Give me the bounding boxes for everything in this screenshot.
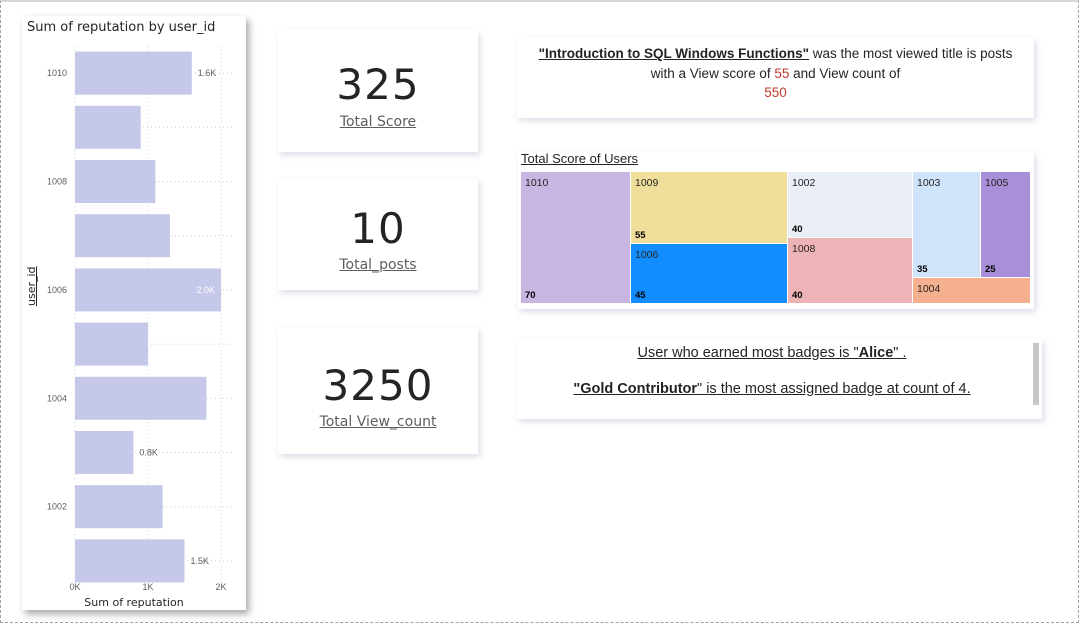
badges-top-user: Alice xyxy=(858,345,894,361)
tile-label: 1005 xyxy=(985,177,1009,189)
bar-chart-title: Sum of reputation by user_id xyxy=(27,20,216,35)
badges-top-badge-text: "Gold Contributor" is the most assigned … xyxy=(517,381,1027,397)
badges-card[interactable]: User who earned most badges is "Alice" .… xyxy=(517,339,1042,419)
tile-label: 1008 xyxy=(792,243,816,255)
x-tick-label: 1K xyxy=(142,582,153,592)
bar[interactable] xyxy=(75,51,192,95)
kpi-total-score-card[interactable]: 325 Total Score xyxy=(278,30,478,152)
treemap-tile[interactable]: 1003 35 xyxy=(913,172,981,278)
kpi-total-posts-card[interactable]: 10 Total_posts xyxy=(278,179,478,290)
tile-value: 55 xyxy=(635,230,646,241)
treemap-card[interactable]: Total Score of Users 1010 70 1009 55 100… xyxy=(518,151,1034,309)
treemap-tile[interactable]: 1004 xyxy=(913,278,1031,304)
tile-label: 1006 xyxy=(635,249,659,261)
tile-label: 1004 xyxy=(917,283,941,295)
treemap-tile[interactable]: 1002 40 xyxy=(788,172,913,238)
kpi-total-view-count-label: Total View_count xyxy=(319,414,437,430)
kpi-total-view-count-card[interactable]: 3250 Total View_count xyxy=(278,328,478,454)
y-tick-label: 1008 xyxy=(47,177,67,187)
bar-chart-card[interactable]: 0K 1K 2K 1010 1.6K 1008 1006 2.0K 1004 0.8K 1002 1.… xyxy=(22,16,246,610)
view-count-value: 550 xyxy=(764,85,787,100)
badges-top-user-text: User who earned most badges is "Alice" . xyxy=(517,345,1027,361)
treemap-tile[interactable]: 1008 40 xyxy=(788,238,913,304)
tile-label: 1009 xyxy=(635,177,659,189)
view-score-value: 55 xyxy=(774,65,790,81)
most-viewed-title-card[interactable]: "Introduction to SQL Windows Functions" … xyxy=(517,38,1034,118)
kpi-total-posts-value: 10 xyxy=(350,204,406,253)
badges-line1-suffix: " . xyxy=(893,345,907,361)
x-tick-label: 2K xyxy=(215,582,226,592)
badges-scrollbar[interactable] xyxy=(1033,343,1039,405)
data-label: 0.8K xyxy=(139,448,158,458)
data-label: 1.5K xyxy=(191,556,210,566)
tile-label: 1010 xyxy=(525,177,549,189)
tile-label: 1002 xyxy=(792,177,816,189)
data-label: 2.0K xyxy=(196,285,215,295)
most-viewed-title-text: "Introduction to SQL Windows Functions" … xyxy=(537,44,1014,103)
bar[interactable] xyxy=(75,431,134,474)
y-tick-label: 1006 xyxy=(47,285,67,295)
treemap-tile[interactable]: 1005 25 xyxy=(981,172,1031,278)
tile-value: 40 xyxy=(792,290,803,301)
kpi-total-score-value: 325 xyxy=(336,60,420,109)
tile-value: 70 xyxy=(525,290,536,301)
y-axis-label: user_id xyxy=(25,266,38,306)
treemap-tile[interactable]: 1009 55 xyxy=(631,172,788,244)
x-tick-label: 0K xyxy=(69,582,80,592)
badges-line2-suffix: " is the most assigned badge at count of… xyxy=(697,381,971,397)
tile-value: 35 xyxy=(917,264,928,275)
bar[interactable] xyxy=(75,105,141,149)
bar-chart-svg: 0K 1K 2K 1010 1.6K 1008 1006 2.0K 1004 0.8K 1002 1.… xyxy=(47,46,235,592)
bar[interactable] xyxy=(75,485,163,529)
bar[interactable] xyxy=(75,376,207,420)
kpi-total-score-label: Total Score xyxy=(339,114,417,130)
kpi-total-view-count-value: 3250 xyxy=(322,361,434,410)
bar[interactable] xyxy=(75,214,170,258)
badges-line1-prefix: User who earned most badges is " xyxy=(637,345,859,361)
info-text-part2: and View count of xyxy=(789,65,901,81)
treemap-tile[interactable]: 1006 45 xyxy=(631,244,788,304)
y-tick-label: 1010 xyxy=(47,68,67,78)
tile-value: 25 xyxy=(985,264,996,275)
x-axis-label: Sum of reputation xyxy=(84,596,184,609)
badges-top-badge: "Gold Contributor xyxy=(573,381,698,397)
bar[interactable] xyxy=(75,322,148,366)
kpi-total-posts-label: Total_posts xyxy=(339,257,417,273)
tile-value: 45 xyxy=(635,290,646,301)
y-tick-label: 1004 xyxy=(47,393,67,403)
bar[interactable] xyxy=(75,160,156,203)
post-title: "Introduction to SQL Windows Functions" xyxy=(538,46,810,61)
data-label: 1.6K xyxy=(198,68,217,78)
tile-label: 1003 xyxy=(917,177,941,189)
treemap-title: Total Score of Users xyxy=(521,151,639,166)
treemap-tile[interactable]: 1010 70 xyxy=(521,172,631,304)
y-tick-label: 1002 xyxy=(47,502,67,512)
bar[interactable] xyxy=(75,539,185,583)
tile-value: 40 xyxy=(792,224,803,235)
